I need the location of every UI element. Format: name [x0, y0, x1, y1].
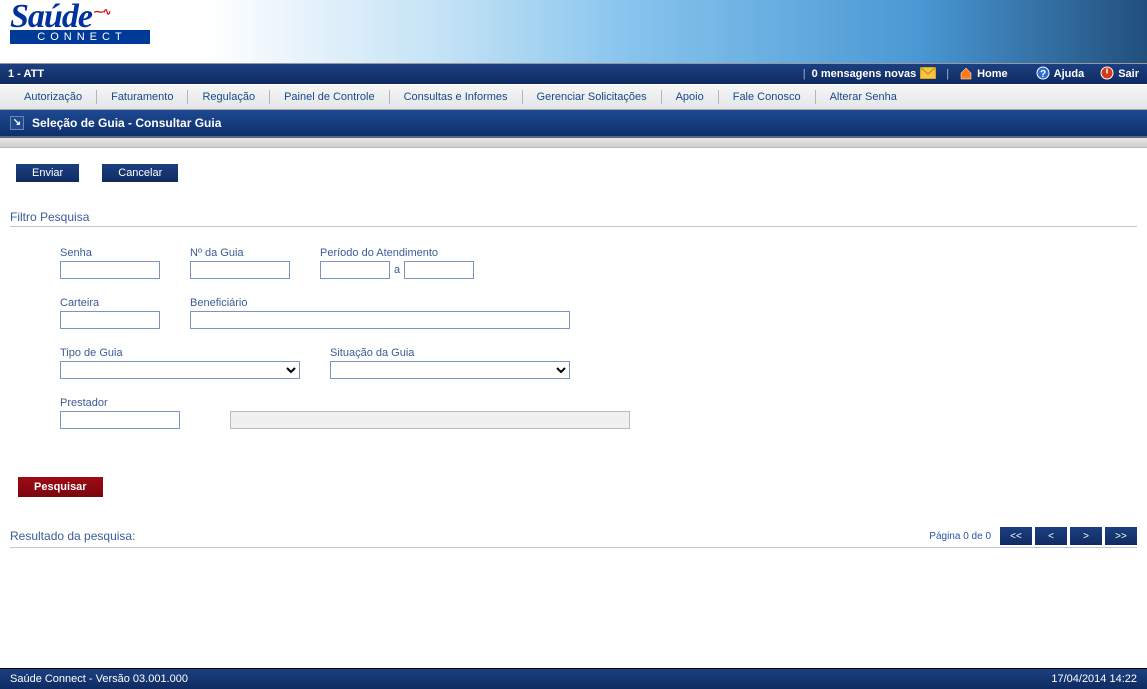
tipo-guia-select[interactable] [60, 361, 300, 379]
menu-gerenciar[interactable]: Gerenciar Solicitações [523, 91, 661, 103]
menu-regulacao[interactable]: Regulação [188, 91, 269, 103]
menu-autorizacao[interactable]: Autorização [10, 91, 96, 103]
content-area: Enviar Cancelar Filtro Pesquisa Senha Nº… [0, 148, 1147, 628]
logo-top-text: Saúde [10, 2, 92, 32]
prestador-name-display [230, 411, 630, 429]
senha-label: Senha [60, 247, 160, 259]
menubar: Autorização Faturamento Regulação Painel… [0, 84, 1147, 110]
heartbeat-icon: ⁓∿ [94, 0, 110, 28]
prestador-code-input[interactable] [60, 411, 180, 429]
svg-text:?: ? [1040, 69, 1046, 80]
pager-next-button[interactable]: > [1070, 527, 1102, 545]
situacao-select[interactable] [330, 361, 570, 379]
beneficiario-label: Beneficiário [190, 297, 570, 309]
tipo-guia-label: Tipo de Guia [60, 347, 300, 359]
pager-last-button[interactable]: >> [1105, 527, 1137, 545]
datetime-label: 17/04/2014 14:22 [1051, 673, 1137, 685]
cancelar-button[interactable]: Cancelar [102, 164, 178, 182]
numero-guia-label: Nº da Guia [190, 247, 290, 259]
filter-section-title: Filtro Pesquisa [10, 210, 1137, 227]
pesquisar-button[interactable]: Pesquisar [18, 477, 103, 497]
company-label: 1 - ATT [8, 68, 44, 80]
messages-link[interactable]: 0 mensagens novas [812, 68, 917, 80]
page-info: Página 0 de 0 [929, 531, 991, 542]
breadcrumb: Seleção de Guia - Consultar Guia [0, 110, 1147, 138]
logout-link[interactable]: Sair [1118, 68, 1139, 80]
senha-input[interactable] [60, 261, 160, 279]
footer: Saúde Connect - Versão 03.001.000 17/04/… [0, 668, 1147, 689]
result-header: Resultado da pesquisa: Página 0 de 0 << … [10, 527, 1137, 548]
enviar-button[interactable]: Enviar [16, 164, 79, 182]
result-title: Resultado da pesquisa: [10, 529, 929, 543]
periodo-label: Período do Atendimento [320, 247, 474, 259]
pager-prev-button[interactable]: < [1035, 527, 1067, 545]
menu-apoio[interactable]: Apoio [662, 91, 718, 103]
periodo-sep: a [394, 264, 400, 276]
help-icon[interactable]: ? [1036, 66, 1050, 83]
menu-consultas[interactable]: Consultas e Informes [390, 91, 522, 103]
home-icon[interactable] [959, 66, 973, 83]
version-label: Saúde Connect - Versão 03.001.000 [10, 673, 188, 685]
carteira-label: Carteira [60, 297, 160, 309]
separator-bar [0, 138, 1147, 148]
header-banner: Saúde ⁓∿ CONNECT [0, 0, 1147, 64]
numero-guia-input[interactable] [190, 261, 290, 279]
breadcrumb-text: Seleção de Guia - Consultar Guia [32, 116, 221, 130]
help-link[interactable]: Ajuda [1054, 68, 1085, 80]
topbar: 1 - ATT | 0 mensagens novas | Home ? Aju… [0, 64, 1147, 84]
logout-icon[interactable] [1100, 66, 1114, 83]
periodo-inicio-input[interactable] [320, 261, 390, 279]
logo: Saúde ⁓∿ CONNECT [10, 2, 150, 44]
menu-painel[interactable]: Painel de Controle [270, 91, 389, 103]
carteira-input[interactable] [60, 311, 160, 329]
periodo-fim-input[interactable] [404, 261, 474, 279]
breadcrumb-arrow-icon [10, 116, 24, 130]
menu-alterar-senha[interactable]: Alterar Senha [816, 91, 911, 103]
situacao-label: Situação da Guia [330, 347, 570, 359]
home-link[interactable]: Home [977, 68, 1008, 80]
beneficiario-input[interactable] [190, 311, 570, 329]
mail-icon[interactable] [920, 67, 936, 82]
pager-first-button[interactable]: << [1000, 527, 1032, 545]
menu-faturamento[interactable]: Faturamento [97, 91, 187, 103]
filter-form: Senha Nº da Guia Período do Atendimento … [10, 247, 1137, 457]
menu-fale-conosco[interactable]: Fale Conosco [719, 91, 815, 103]
prestador-label: Prestador [60, 397, 630, 409]
